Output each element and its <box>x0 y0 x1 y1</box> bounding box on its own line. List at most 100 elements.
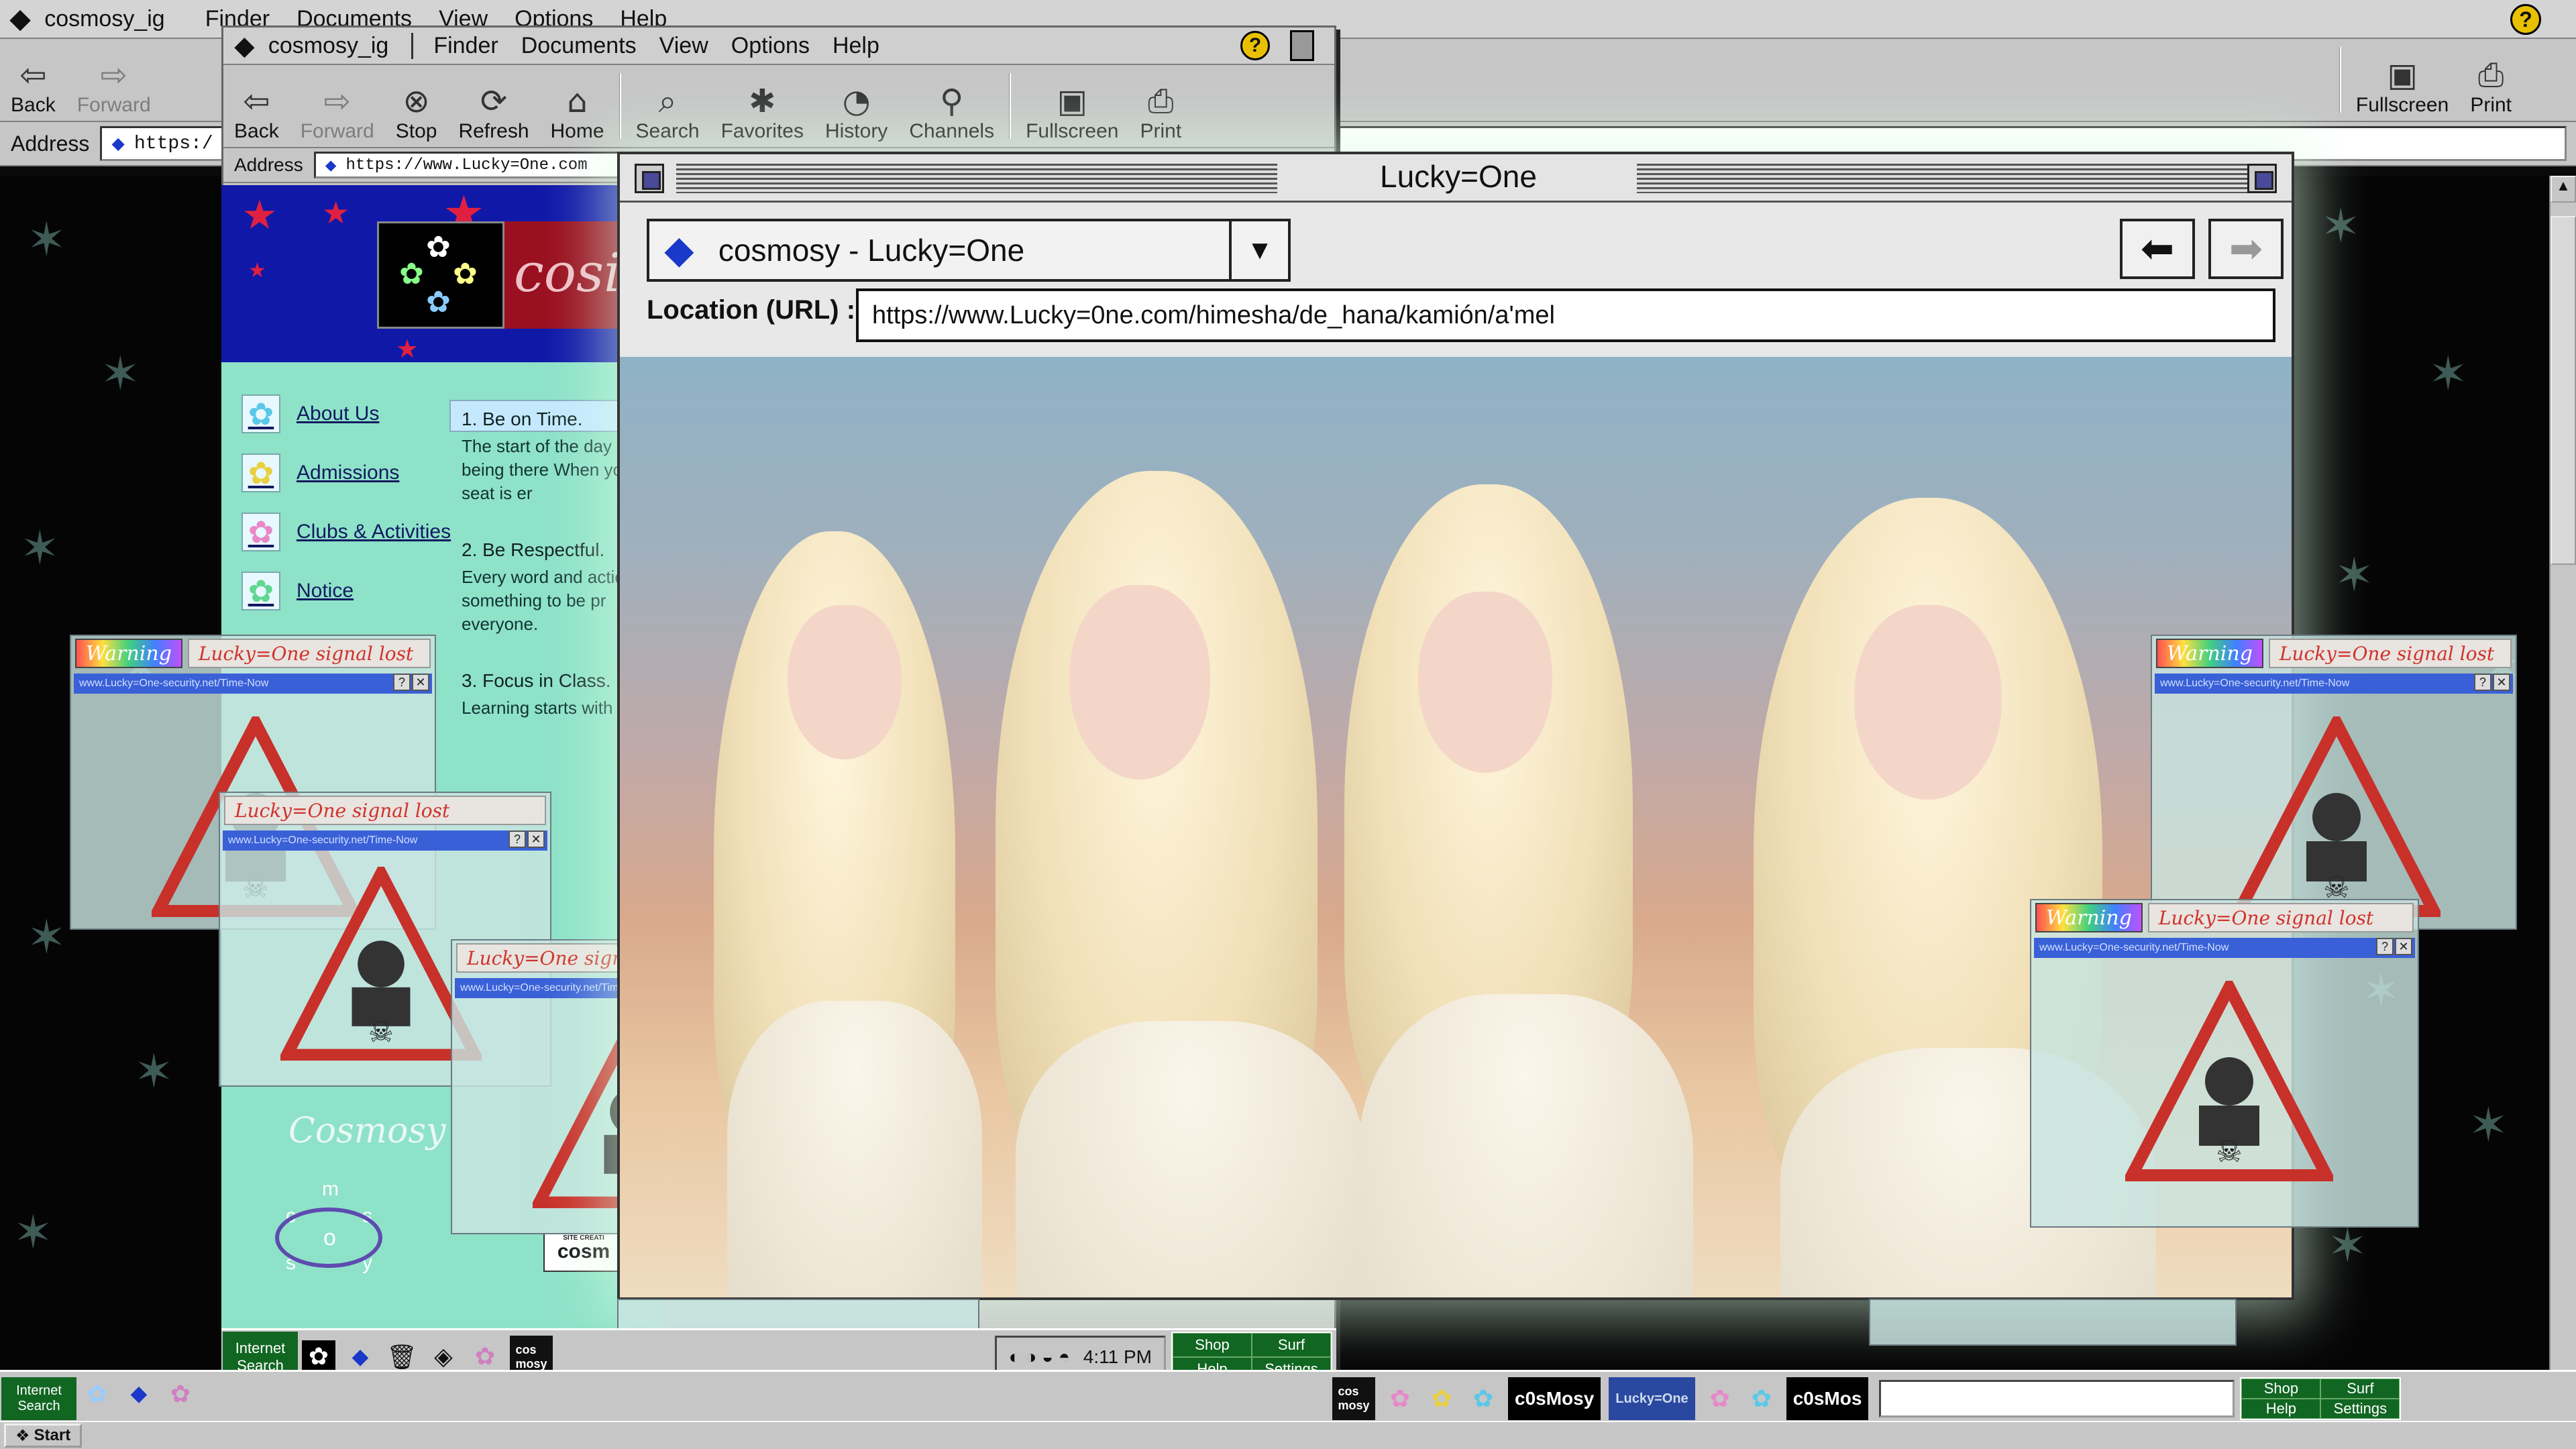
win2-search-button[interactable]: ⌕ Search <box>625 65 710 147</box>
warning-popup[interactable]: Warning Lucky=One signal lost www.Lucky=… <box>2030 899 2419 1228</box>
star-icon: ✶ <box>2469 1097 2508 1152</box>
win2-channels-button[interactable]: ⚲ Channels <box>898 65 1005 147</box>
help-icon[interactable]: ? <box>2376 938 2394 955</box>
bg-back-button[interactable]: ⇦ Back <box>0 39 66 121</box>
start-button[interactable]: ❖ Start <box>4 1424 83 1448</box>
flower-icon[interactable]: ✿ <box>468 1340 502 1374</box>
win2-history-button[interactable]: ◔ History <box>814 65 898 147</box>
flower-icon[interactable]: ✿ <box>164 1377 197 1411</box>
star-icon: ✶ <box>27 910 66 965</box>
bg-fullscreen-button[interactable]: ▣ Fullscreen <box>2345 39 2459 121</box>
scroll-up-icon[interactable]: ▲ <box>2551 176 2576 203</box>
main-titlebar[interactable]: Lucky=One <box>620 154 2292 203</box>
star-icon: ✶ <box>134 1044 174 1099</box>
flower-icon[interactable]: ✿ <box>1703 1382 1737 1415</box>
nav-admissions[interactable]: ✿ Admissions <box>241 453 399 492</box>
popup-header: Warning Lucky=One signal lost <box>71 636 435 671</box>
popup-url: www.Lucky=One-security.net/Time-Now <box>2160 678 2350 689</box>
internet-search-box[interactable]: Internet Search <box>1 1377 76 1420</box>
win2-back-button[interactable]: ⇦ Back <box>223 65 290 147</box>
close-icon[interactable]: ✕ <box>2395 938 2412 955</box>
nav-about-us[interactable]: ✿ About Us <box>241 394 379 433</box>
win2-favorites-button[interactable]: ✱ Favorites <box>710 65 814 147</box>
win2-stop-button[interactable]: ⊗ Stop <box>385 65 448 147</box>
flower-icon[interactable]: ✿ <box>1466 1382 1500 1415</box>
cosmosy-logo-icon[interactable]: ⬥ <box>234 29 255 63</box>
site-credit-badge[interactable]: SITE CREATI cosm <box>543 1233 624 1272</box>
help-icon[interactable]: ? <box>2510 4 2541 35</box>
win2-search-label: Search <box>635 120 700 142</box>
window-resize-icon[interactable] <box>1290 30 1314 61</box>
help-icon[interactable]: ? <box>393 674 411 691</box>
win2-fullscreen-button[interactable]: ▣ Fullscreen <box>1015 65 1129 147</box>
win2-forward-button[interactable]: ⇨ Forward <box>290 65 385 147</box>
zoom-box-icon[interactable] <box>2247 164 2277 193</box>
scroll-thumb[interactable] <box>2551 216 2576 565</box>
help-link[interactable]: Help <box>2241 1399 2321 1419</box>
credit-big: cosm <box>557 1240 610 1263</box>
win2-refresh-button[interactable]: ⟳ Refresh <box>447 65 539 147</box>
cosmosy-eye-icon[interactable]: ⬥ <box>122 1377 156 1411</box>
close-box-icon[interactable] <box>635 164 664 193</box>
cosmosy-chip[interactable]: cos mosy <box>1332 1377 1375 1420</box>
flower-icon[interactable]: ✿ <box>80 1377 114 1411</box>
lucky-one-chip[interactable]: Lucky=One <box>1609 1377 1695 1420</box>
warning-label: Warning <box>2156 639 2263 668</box>
win2-menu-finder[interactable]: Finder <box>411 32 498 59</box>
bg-print-button[interactable]: ⎙ Print <box>2459 39 2522 121</box>
win2-print-button[interactable]: ⎙ Print <box>1129 65 1192 147</box>
win2-home-button[interactable]: ⌂ Home <box>540 65 615 147</box>
close-icon[interactable]: ✕ <box>412 674 429 691</box>
surf-link[interactable]: Surf <box>2320 1379 2400 1399</box>
settings-link[interactable]: Settings <box>2320 1399 2400 1419</box>
nav-notice[interactable]: ✿ Notice <box>241 572 354 610</box>
cosmosy-chip[interactable]: c0sMos <box>1786 1377 1869 1420</box>
search-label: Search <box>17 1399 60 1413</box>
help-icon[interactable]: ? <box>2474 674 2491 691</box>
taskbar-address-field[interactable] <box>1879 1380 2235 1417</box>
site-select-dropdown[interactable]: ⬥ cosmosy - Lucky=One ▼ <box>647 219 1291 282</box>
nav-about-label: About Us <box>297 402 380 425</box>
cosmosy-chip[interactable]: c0sMosy <box>1508 1377 1601 1420</box>
printer-icon: ⎙ <box>1148 83 1174 120</box>
cosmosy-logo-icon[interactable]: ⬥ <box>9 0 31 38</box>
win2-menu-options[interactable]: Options <box>731 33 810 59</box>
flower-icon[interactable]: ✿ <box>1425 1382 1458 1415</box>
nav-clubs[interactable]: ✿ Clubs & Activities <box>241 513 451 551</box>
close-icon[interactable]: ✕ <box>527 830 545 848</box>
start-row: ❖ Start <box>0 1421 2576 1449</box>
help-icon[interactable]: ? <box>1240 31 1270 60</box>
main-back-button[interactable]: ⬅ <box>2120 219 2195 279</box>
cosmosy-footer-logo: m c s o s y <box>262 1178 396 1312</box>
star-icon: ★ <box>241 193 278 237</box>
win2-menu-documents[interactable]: Documents <box>521 33 637 59</box>
shop-link[interactable]: Shop <box>1173 1332 1252 1357</box>
warning-popup[interactable]: Warning Lucky=One signal lost www.Lucky=… <box>2151 635 2517 930</box>
close-icon[interactable]: ✕ <box>2493 674 2510 691</box>
shop-link[interactable]: Shop <box>2241 1379 2321 1399</box>
win2-menu-help[interactable]: Help <box>833 33 879 59</box>
flower-icon[interactable]: ✿ <box>302 1340 335 1374</box>
surf-link[interactable]: Surf <box>1252 1332 1331 1357</box>
shape-icon[interactable]: ◈ <box>427 1340 460 1374</box>
popup-url: www.Lucky=One-security.net/Time-Now <box>79 678 269 689</box>
bg-scrollbar[interactable]: ▲ <box>2549 176 2576 1377</box>
help-icon[interactable]: ? <box>508 830 526 848</box>
popup-titlebar: www.Lucky=One-security.net/Time-Now ?✕ <box>2155 674 2513 694</box>
peeking-popup[interactable] <box>1869 1299 2237 1346</box>
favorites-icon: ✱ <box>749 83 776 120</box>
signal-lost-label: Lucky=One signal lost <box>2268 639 2512 668</box>
star-icon: ✶ <box>2321 199 2361 254</box>
dropdown-arrow-icon[interactable]: ▼ <box>1229 221 1288 279</box>
flower-icon[interactable]: ✿ <box>1745 1382 1778 1415</box>
win2-menu-view[interactable]: View <box>659 33 708 59</box>
shop-surf-box[interactable]: Shop Surf Help Settings <box>2240 1377 2402 1420</box>
win2-favorites-label: Favorites <box>720 120 804 142</box>
location-input[interactable]: https://www.Lucky=0ne.com/himesha/de_han… <box>856 288 2275 342</box>
flower-icon[interactable]: ✿ <box>1383 1382 1417 1415</box>
bg-forward-button[interactable]: ⇨ Forward <box>66 39 162 121</box>
nav-admissions-label: Admissions <box>297 462 400 484</box>
main-forward-button[interactable]: ➡ <box>2208 219 2284 279</box>
trash-icon[interactable]: 🗑 <box>385 1340 419 1374</box>
cosmosy-eye-icon[interactable]: ⬥ <box>343 1340 377 1374</box>
